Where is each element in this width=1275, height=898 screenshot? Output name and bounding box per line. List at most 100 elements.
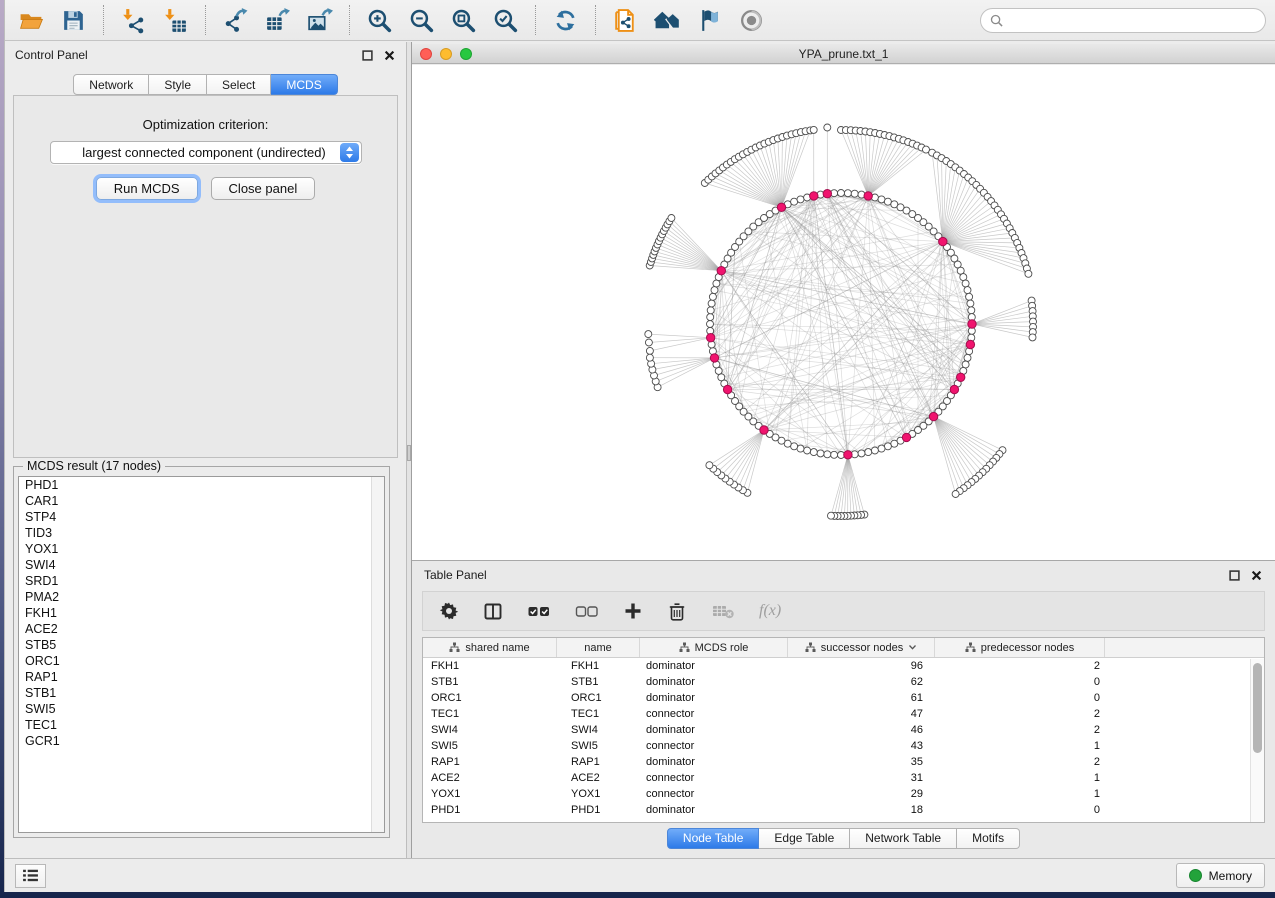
mcds-result-item[interactable]: SWI5	[19, 701, 384, 717]
table-cell: PHD1	[423, 804, 557, 816]
column-header-predecessor-nodes[interactable]: predecessor nodes	[935, 638, 1105, 657]
table-cell: ORC1	[557, 692, 640, 704]
mcds-result-item[interactable]: CAR1	[19, 493, 384, 509]
select-all-button[interactable]	[527, 598, 551, 624]
import-network-button[interactable]	[116, 4, 151, 36]
network-canvas[interactable]	[412, 65, 1275, 560]
mcds-result-list[interactable]: PHD1CAR1STP4TID3YOX1SWI4SRD1PMA2FKH1ACE2…	[18, 476, 385, 833]
table-row[interactable]: SWI4SWI4dominator462	[423, 722, 1264, 738]
import-table-button[interactable]	[158, 4, 193, 36]
table-scrollbar[interactable]	[1250, 659, 1264, 822]
table-cell: ACE2	[423, 772, 557, 784]
task-history-button[interactable]	[15, 864, 46, 888]
tab-network-table[interactable]: Network Table	[850, 828, 957, 849]
selected-criterion-value: largest connected component (undirected)	[51, 145, 340, 160]
search-input[interactable]	[1008, 13, 1256, 27]
deselect-all-icon	[575, 601, 599, 621]
share-network-button[interactable]	[608, 4, 643, 36]
table-cell: TEC1	[557, 708, 640, 720]
zoom-fit-button[interactable]	[446, 4, 481, 36]
zoom-in-button[interactable]	[362, 4, 397, 36]
mcds-result-item[interactable]: TID3	[19, 525, 384, 541]
zoom-in-icon	[366, 7, 393, 34]
network-graph[interactable]	[412, 65, 1275, 560]
float-panel-button[interactable]	[361, 49, 374, 62]
table-row[interactable]: ACE2ACE2connector311	[423, 770, 1264, 786]
table-row[interactable]: STB1STB1dominator620	[423, 674, 1264, 690]
tab-motifs[interactable]: Motifs	[957, 828, 1020, 849]
mcds-result-item[interactable]: STB1	[19, 685, 384, 701]
tab-network[interactable]: Network	[73, 74, 149, 95]
import-table-icon	[162, 7, 189, 34]
table-row[interactable]: ORC1ORC1dominator610	[423, 690, 1264, 706]
mcds-result-item[interactable]: ACE2	[19, 621, 384, 637]
optimization-criterion-select[interactable]: largest connected component (undirected)	[50, 141, 362, 164]
float-table-panel-button[interactable]	[1228, 569, 1241, 582]
close-control-panel-button[interactable]	[383, 49, 396, 62]
table-cell: 2	[935, 756, 1105, 768]
tab-select[interactable]: Select	[207, 74, 271, 95]
label-visibility-button[interactable]	[692, 4, 727, 36]
column-header-name[interactable]: name	[557, 638, 640, 657]
run-mcds-button[interactable]: Run MCDS	[96, 177, 198, 200]
mcds-result-item[interactable]: TEC1	[19, 717, 384, 733]
home-button[interactable]	[650, 4, 685, 36]
open-file-button[interactable]	[14, 4, 49, 36]
export-network-button[interactable]	[218, 4, 253, 36]
tab-style[interactable]: Style	[149, 74, 207, 95]
cytoscape-window: Control Panel NetworkStyleSelectMCDS Opt…	[4, 0, 1275, 892]
column-label: shared name	[465, 642, 529, 654]
search-box[interactable]	[980, 8, 1266, 33]
mcds-result-item[interactable]: YOX1	[19, 541, 384, 557]
tab-node-table[interactable]: Node Table	[667, 828, 760, 849]
export-table-button[interactable]	[260, 4, 295, 36]
network-window-titlebar[interactable]: YPA_prune.txt_1	[412, 44, 1275, 64]
delete-columns-button[interactable]	[667, 598, 687, 624]
zoom-selected-button[interactable]	[488, 4, 523, 36]
table-row[interactable]: FKH1FKH1dominator962	[423, 658, 1264, 674]
table-cell: 61	[788, 692, 935, 704]
table-row[interactable]: PHD1PHD1dominator180	[423, 802, 1264, 818]
tab-edge-table[interactable]: Edge Table	[759, 828, 850, 849]
column-header-mcds-role[interactable]: MCDS role	[640, 638, 788, 657]
create-column-button[interactable]	[623, 598, 643, 624]
export-image-icon	[306, 7, 333, 34]
mcds-result-item[interactable]: RAP1	[19, 669, 384, 685]
mcds-result-item[interactable]: SWI4	[19, 557, 384, 573]
table-options-button[interactable]	[439, 598, 459, 624]
show-columns-button[interactable]	[483, 598, 503, 624]
table-row[interactable]: YOX1YOX1connector291	[423, 786, 1264, 802]
table-cell: YOX1	[557, 788, 640, 800]
close-mcds-panel-button[interactable]: Close panel	[211, 177, 316, 200]
mcds-list-scrollbar[interactable]	[371, 477, 384, 832]
show-hide-button[interactable]	[734, 4, 769, 36]
mcds-result-item[interactable]: GCR1	[19, 733, 384, 749]
refresh-button[interactable]	[548, 4, 583, 36]
close-table-panel-button[interactable]	[1250, 569, 1263, 582]
deselect-all-button[interactable]	[575, 598, 599, 624]
mcds-result-item[interactable]: FKH1	[19, 605, 384, 621]
export-image-button[interactable]	[302, 4, 337, 36]
mcds-result-item[interactable]: SRD1	[19, 573, 384, 589]
column-header-shared-name[interactable]: shared name	[423, 638, 557, 657]
save-session-button[interactable]	[56, 4, 91, 36]
table-row[interactable]: TEC1TEC1connector472	[423, 706, 1264, 722]
table-cell: connector	[640, 740, 788, 752]
memory-button[interactable]: Memory	[1176, 863, 1265, 888]
table-row[interactable]: SWI5SWI5connector431	[423, 738, 1264, 754]
mcds-result-item[interactable]: STB5	[19, 637, 384, 653]
zoom-out-button[interactable]	[404, 4, 439, 36]
table-scrollbar-thumb[interactable]	[1253, 663, 1262, 753]
table-panel-header: Table Panel	[412, 561, 1275, 589]
refresh-icon	[552, 7, 579, 34]
control-panel-header: Control Panel	[5, 42, 406, 68]
mcds-result-item[interactable]: PHD1	[19, 477, 384, 493]
column-header-successor-nodes[interactable]: successor nodes	[788, 638, 935, 657]
columns-icon	[483, 601, 503, 621]
tab-mcds[interactable]: MCDS	[271, 74, 337, 95]
table-row[interactable]: RAP1RAP1dominator352	[423, 754, 1264, 770]
splitter-grip[interactable]	[407, 445, 411, 461]
mcds-result-item[interactable]: PMA2	[19, 589, 384, 605]
mcds-result-item[interactable]: STP4	[19, 509, 384, 525]
mcds-result-item[interactable]: ORC1	[19, 653, 384, 669]
